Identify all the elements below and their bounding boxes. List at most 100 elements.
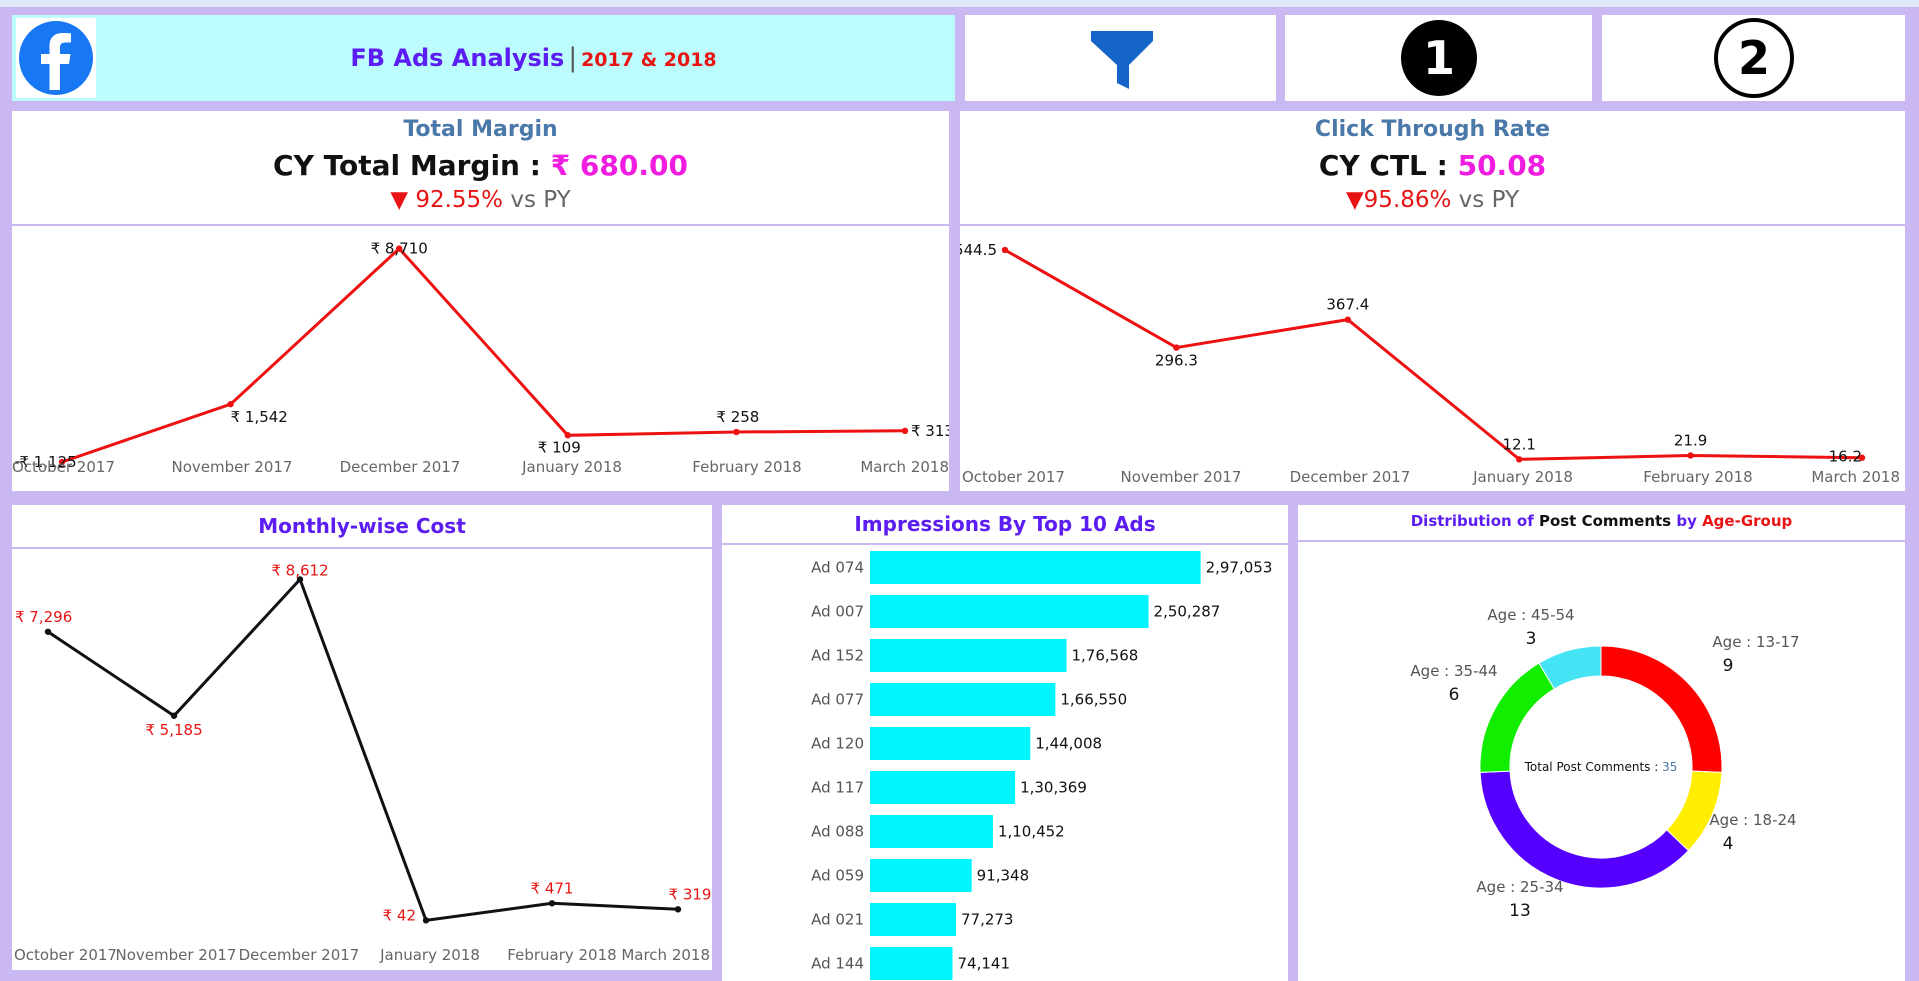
slice-value: 9: [1723, 656, 1734, 676]
data-point: [1001, 246, 1009, 254]
bar: [870, 903, 956, 936]
bar-category-label: Ad 144: [811, 955, 864, 973]
x-tick-label: January 2018: [1472, 468, 1573, 486]
data-point: [1173, 344, 1180, 351]
margin-value: ₹ 680.00: [550, 149, 688, 182]
ctr-vs-label: vs PY: [1451, 187, 1520, 213]
title-separator: |: [568, 43, 578, 73]
comments-title-part: by: [1671, 512, 1703, 530]
x-tick-label: February 2018: [692, 458, 801, 476]
bar: [870, 551, 1201, 584]
bar-value-label: 1,10,452: [998, 823, 1065, 841]
bar-category-label: Ad 007: [811, 603, 864, 621]
title-years: 2017 & 2018: [581, 49, 717, 71]
top-strip: [0, 0, 1919, 7]
bar: [870, 639, 1067, 672]
data-label: ₹ 8,710: [371, 240, 428, 258]
x-tick-label: December 2017: [340, 458, 461, 476]
filter-button[interactable]: [965, 15, 1276, 101]
donut-center-text: Total Post Comments :: [1524, 760, 1662, 774]
bar-value-label: 91,348: [977, 867, 1030, 885]
bar: [870, 771, 1016, 804]
slice-label: Age : 25-34: [1476, 878, 1563, 896]
series-line: [61, 246, 906, 464]
x-tick-label: October 2017: [14, 946, 117, 964]
data-point: [1687, 452, 1694, 459]
data-label: ₹ 42: [383, 906, 416, 924]
series-line: [1004, 248, 1863, 461]
bar-value-label: 2,50,287: [1154, 603, 1221, 621]
bar-category-label: Ad 077: [811, 691, 864, 709]
page-2-button[interactable]: 2: [1602, 15, 1905, 101]
header-panel: FB Ads Analysis | 2017 & 2018: [12, 15, 955, 101]
slice-label: Age : 13-17: [1712, 633, 1799, 651]
ctr-delta-row: ▼95.86% vs PY: [960, 187, 1905, 213]
data-label: ₹ 7,296: [15, 608, 72, 626]
x-tick-label: November 2017: [172, 458, 293, 476]
x-tick-label: January 2018: [379, 946, 480, 964]
bar-category-label: Ad 152: [811, 647, 864, 665]
ctr-delta: 95.86%: [1363, 187, 1452, 213]
ctr-panel: Click Through Rate CY CTL : 50.08 ▼95.86…: [960, 111, 1905, 491]
comments-title-part: Age-Group: [1702, 512, 1793, 530]
x-tick-label: November 2017: [116, 946, 237, 964]
data-label: ₹ 258: [716, 408, 759, 426]
bar: [870, 859, 972, 892]
down-arrow-icon: ▼: [1345, 187, 1364, 213]
donut-slice: [1600, 645, 1723, 773]
data-label: ₹ 109: [538, 438, 581, 456]
data-point: [422, 917, 430, 924]
margin-title: Total Margin: [403, 117, 558, 142]
cost-line-chart: ₹ 7,296 ₹ 5,185 ₹ 8,612 ₹ 42 ₹ 471 ₹ 319 Octob…: [14, 561, 711, 964]
ctr-value: 50.08: [1457, 149, 1547, 182]
comments-panel: Distribution of Post Comments by Age-Gro…: [1298, 505, 1905, 981]
x-tick-label: December 2017: [239, 946, 360, 964]
x-tick-label: March 2018: [860, 458, 949, 476]
data-label: 16.2: [1829, 448, 1862, 466]
margin-delta-row: ▼ 92.55% vs PY: [12, 187, 949, 213]
donut-slice: [1479, 770, 1690, 889]
data-label: 21.9: [1674, 431, 1707, 449]
bar-value-label: 1,66,550: [1060, 691, 1127, 709]
data-label: 544.5: [960, 241, 997, 259]
cost-panel: Monthly-wise Cost ₹ 7,296 ₹ 5,185 ₹ 8,612 ₹…: [12, 505, 712, 970]
page-1-button[interactable]: 1: [1285, 15, 1592, 101]
data-label: 296.3: [1155, 352, 1198, 370]
slice-value: 13: [1509, 901, 1531, 921]
bar: [870, 815, 993, 848]
x-tick-label: March 2018: [1811, 468, 1900, 486]
page-1-label: 1: [1423, 31, 1455, 85]
margin-line-chart: -₹ 1,125₹ 1,542₹ 8,710₹ 109₹ 258₹ 313Oct…: [12, 240, 949, 476]
ctr-label: CY CTL :: [1318, 149, 1458, 182]
bar-category-label: Ad 074: [811, 559, 864, 577]
bar-category-label: Ad 021: [811, 911, 864, 929]
facebook-icon: [16, 18, 96, 98]
data-label: ₹ 5,185: [145, 721, 202, 739]
page-2-icon: 2: [1714, 18, 1794, 98]
bar: [870, 947, 953, 980]
data-point: [674, 906, 682, 913]
bar-category-label: Ad 117: [811, 779, 864, 797]
data-label: ₹ 313: [911, 422, 949, 440]
dashboard-title: FB Ads Analysis | 2017 & 2018: [112, 43, 955, 73]
bar: [870, 683, 1056, 716]
data-point: [901, 427, 909, 435]
bar-category-label: Ad 059: [811, 867, 864, 885]
slice-label: Age : 18-24: [1709, 811, 1796, 829]
data-label: ₹ 471: [531, 879, 574, 897]
series-line: [47, 576, 679, 922]
slice-label: Age : 45-54: [1487, 606, 1574, 624]
comments-title-part: Distribution of: [1410, 512, 1539, 530]
margin-value-row: CY Total Margin : ₹ 680.00: [12, 149, 949, 182]
bar: [870, 595, 1149, 628]
ctr-value-row: CY CTL : 50.08: [960, 149, 1905, 182]
donut-center-value: 35: [1662, 760, 1677, 774]
comments-title: Distribution of Post Comments by Age-Gro…: [1298, 512, 1905, 530]
data-point: [170, 712, 178, 719]
funnel-icon: [1091, 31, 1153, 89]
impressions-panel: Impressions By Top 10 Ads Ad 074 2,97,053…: [722, 505, 1288, 981]
bar-value-label: 77,273: [961, 911, 1014, 929]
donut-center-label: Total Post Comments : 35: [1524, 760, 1678, 774]
bar-value-label: 1,76,568: [1072, 647, 1139, 665]
data-label: ₹ 8,612: [271, 561, 328, 579]
